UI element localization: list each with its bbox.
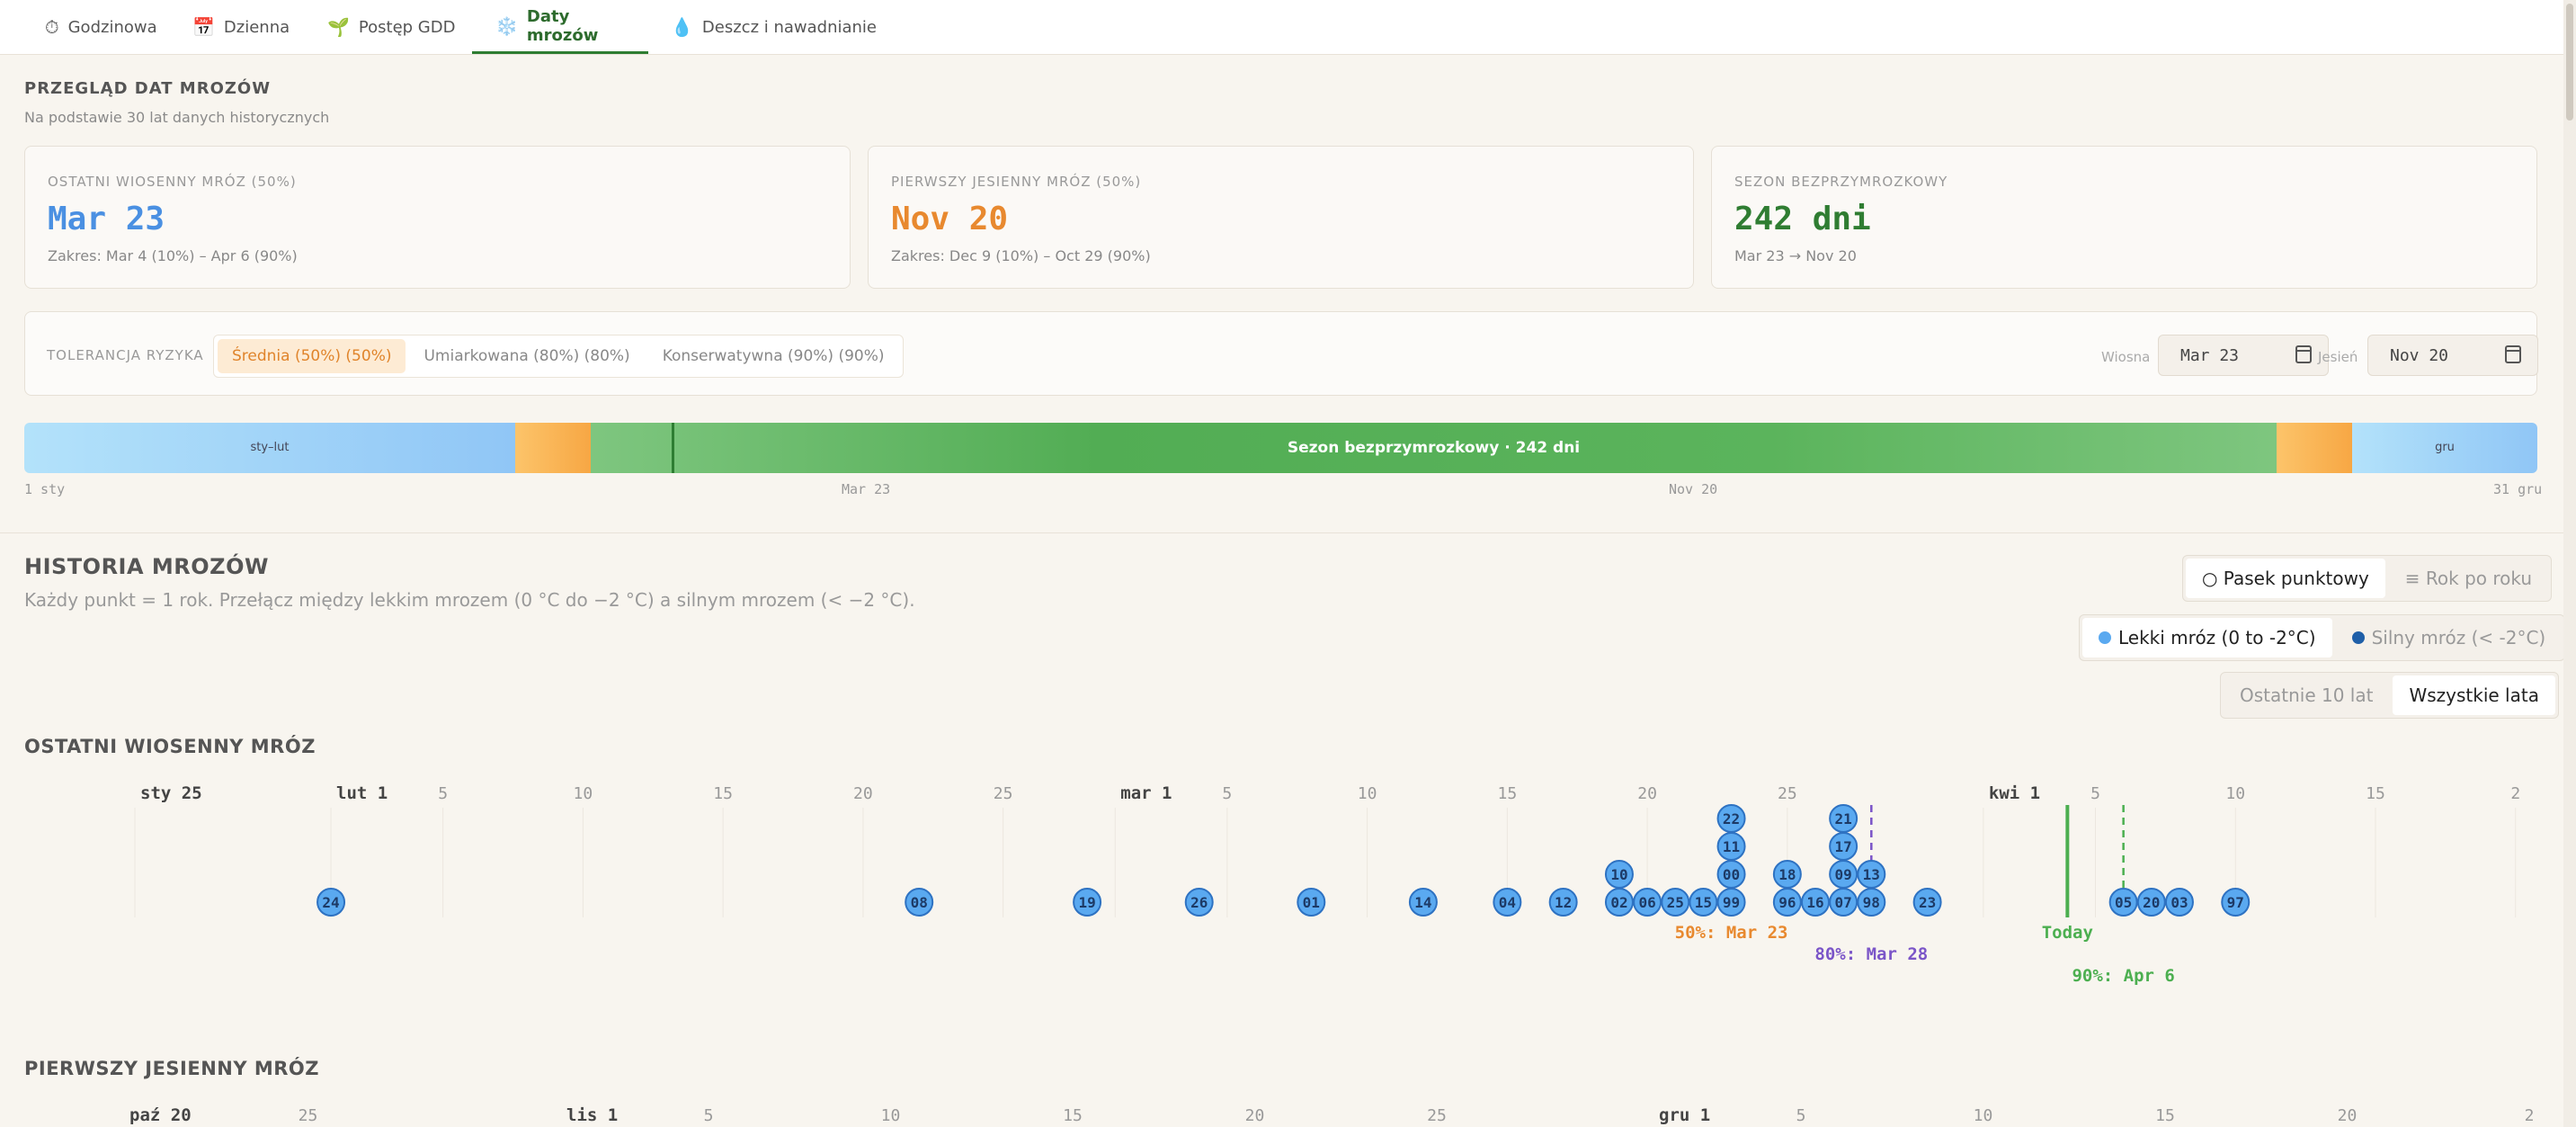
tick-label: 15 — [1063, 1106, 1083, 1125]
tick-label: lis 1 — [566, 1105, 618, 1125]
tick-label: paź 20 — [129, 1105, 192, 1125]
tick-label: 5 — [1796, 1106, 1806, 1125]
scrollbar[interactable] — [2563, 0, 2576, 1127]
scrollbar-thumb[interactable] — [2566, 4, 2573, 121]
autumn-frost-dot-strip: paź 20 25 lis 1 5 10 15 20 25 gru 1 5 10 15 20 2 — [129, 1105, 2535, 1125]
tick-label: 15 — [2155, 1106, 2175, 1125]
tick-label: 20 — [2338, 1106, 2358, 1125]
tick-label: 10 — [881, 1106, 901, 1125]
tick-label: 10 — [1974, 1106, 1993, 1125]
tick-label: 5 — [704, 1106, 714, 1125]
tick-label: 25 — [1427, 1106, 1447, 1125]
tick-label: 2 — [2525, 1106, 2535, 1125]
tick-label: gru 1 — [1659, 1105, 1710, 1125]
tick-label: 25 — [299, 1106, 318, 1125]
tick-label: 20 — [1245, 1106, 1265, 1125]
